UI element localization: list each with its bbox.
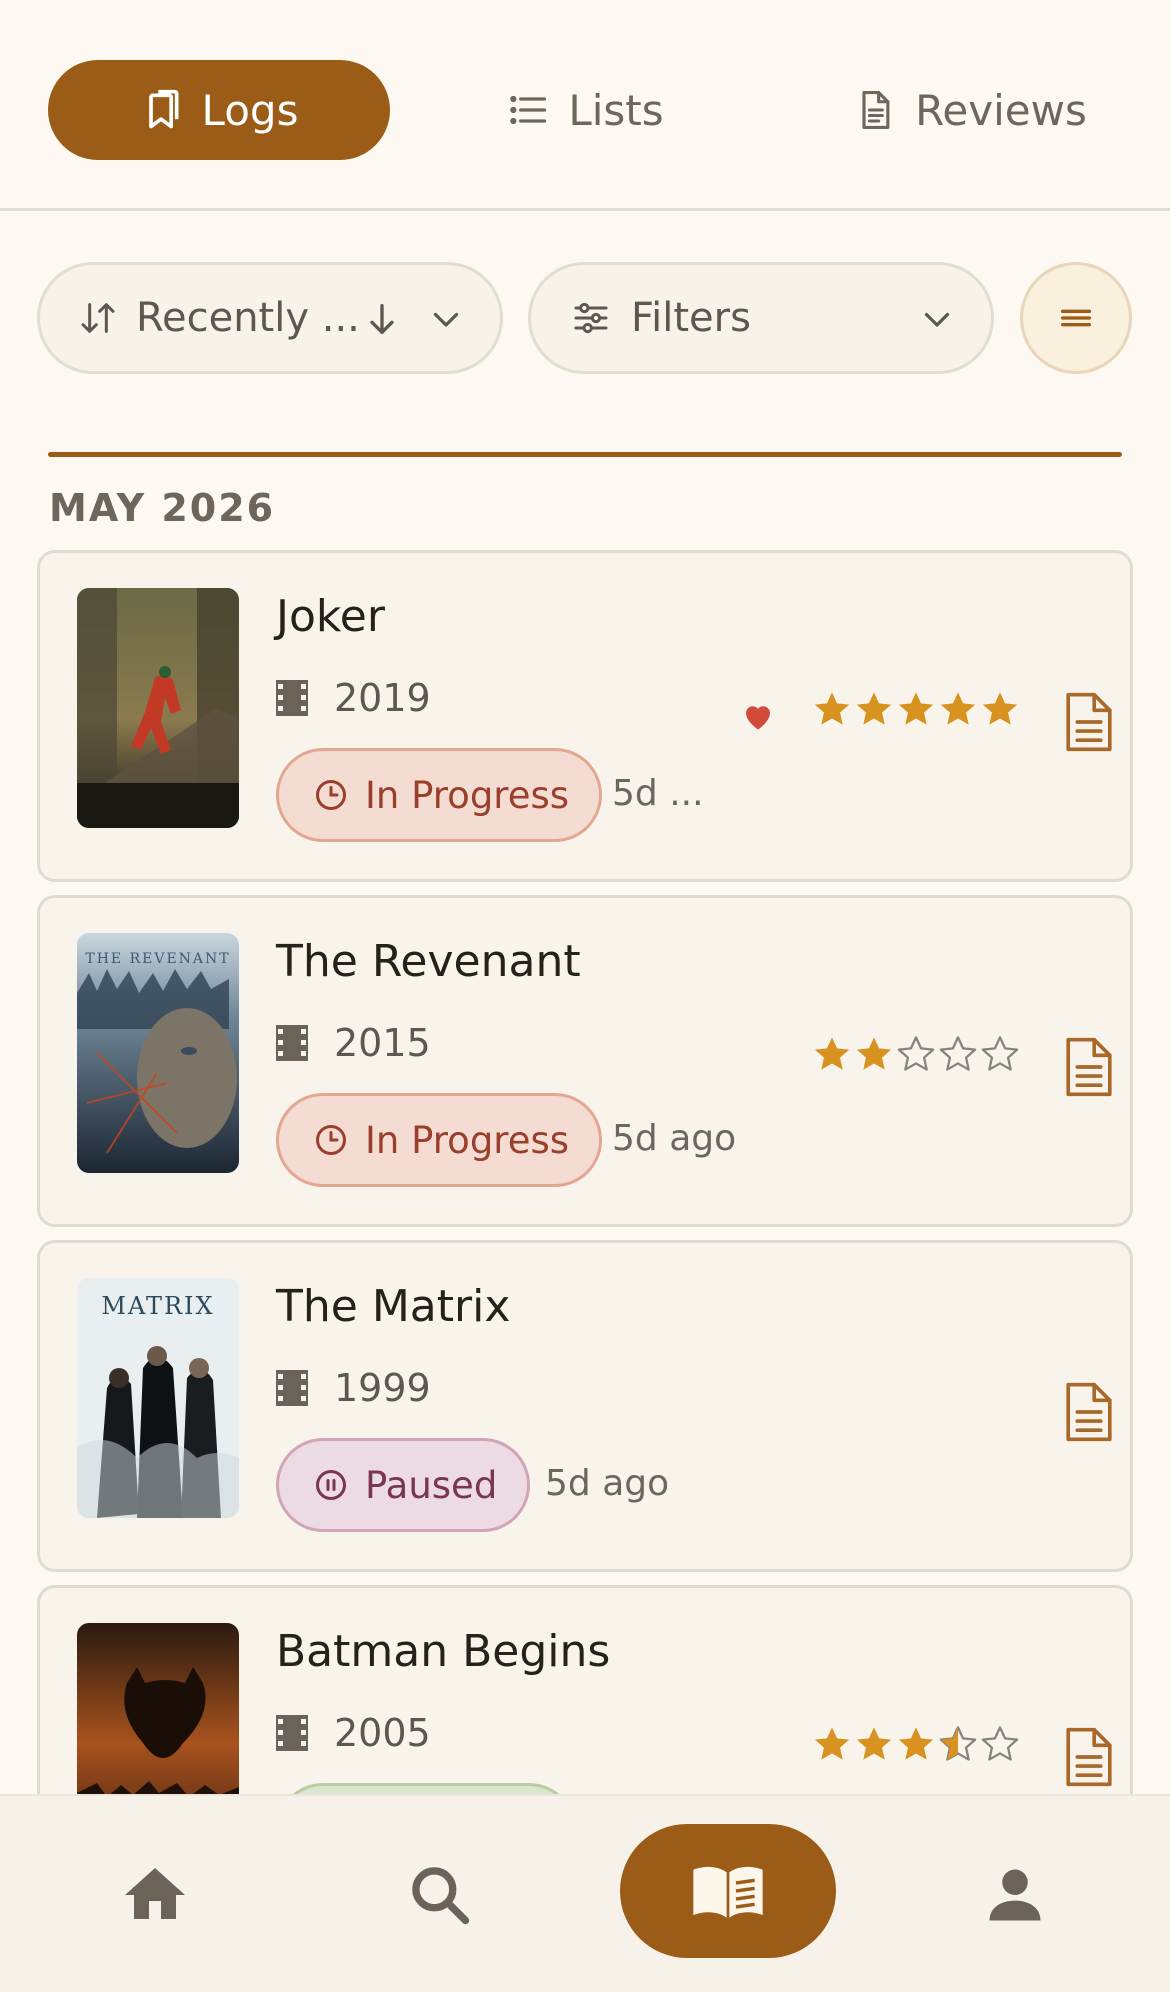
review-note-icon[interactable] bbox=[1063, 1725, 1115, 1789]
clock-icon bbox=[316, 780, 346, 810]
status-label: In Progress bbox=[365, 773, 570, 817]
star-filled-icon bbox=[898, 692, 934, 725]
bottom-navigation bbox=[0, 1794, 1170, 1992]
poster-image bbox=[77, 588, 239, 828]
logged-time: 5d ago bbox=[612, 1118, 737, 1159]
tab-lists-label: Lists bbox=[568, 85, 664, 135]
star-filled-icon bbox=[940, 692, 976, 725]
star-rating bbox=[811, 1033, 1021, 1075]
movie-year: 1999 bbox=[334, 1366, 431, 1410]
review-note-icon[interactable] bbox=[1063, 1035, 1115, 1099]
nav-home[interactable] bbox=[80, 1796, 230, 1992]
tab-lists[interactable]: Lists bbox=[470, 60, 700, 160]
sort-label: Recently ... bbox=[136, 295, 360, 341]
month-header: MAY 2026 bbox=[49, 486, 276, 530]
log-card[interactable]: THE REVENANT The Revenant 2015 In Progre… bbox=[37, 895, 1133, 1227]
review-note-icon[interactable] bbox=[1063, 1380, 1115, 1444]
star-filled-icon bbox=[814, 692, 850, 725]
year-row: 2005 bbox=[276, 1711, 431, 1755]
status-badge[interactable]: In Progress bbox=[276, 748, 603, 842]
hamburger-icon bbox=[1061, 309, 1091, 327]
chevron-down-icon bbox=[924, 312, 950, 327]
tab-reviews[interactable]: Reviews bbox=[820, 60, 1120, 160]
filters-label: Filters bbox=[631, 295, 751, 341]
pause-icon bbox=[316, 1470, 346, 1500]
film-icon bbox=[276, 680, 308, 716]
sort-dropdown[interactable]: Recently ... bbox=[37, 262, 503, 374]
tab-reviews-label: Reviews bbox=[915, 85, 1087, 135]
film-icon bbox=[276, 1715, 308, 1751]
status-label: Paused bbox=[365, 1463, 498, 1507]
tab-logs[interactable]: Logs bbox=[48, 60, 390, 160]
star-filled-icon bbox=[856, 1037, 892, 1070]
nav-search[interactable] bbox=[365, 1796, 515, 1992]
star-rating bbox=[811, 688, 1021, 730]
nav-logs[interactable] bbox=[620, 1824, 836, 1958]
poster-image: THE REVENANT bbox=[77, 933, 239, 1173]
movie-title: Batman Begins bbox=[276, 1626, 611, 1677]
star-empty-icon bbox=[981, 1726, 1019, 1761]
star-filled-icon bbox=[856, 692, 892, 725]
movie-title: The Revenant bbox=[276, 936, 581, 987]
status-badge[interactable]: Paused bbox=[276, 1438, 531, 1532]
person-icon bbox=[989, 1869, 1041, 1921]
log-card[interactable]: Joker 2019 In Progress 5d ... bbox=[37, 550, 1133, 882]
svg-text:THE REVENANT: THE REVENANT bbox=[85, 951, 230, 967]
movie-year: 2019 bbox=[334, 676, 431, 720]
star-filled-icon bbox=[982, 692, 1018, 725]
star-empty-icon bbox=[981, 1036, 1019, 1071]
top-tab-bar: Logs Lists Reviews bbox=[0, 0, 1170, 211]
star-filled-icon bbox=[856, 1727, 892, 1760]
status-label: In Progress bbox=[365, 1118, 570, 1162]
sort-direction-down-icon[interactable] bbox=[362, 299, 402, 339]
list-icon bbox=[510, 95, 547, 125]
film-icon bbox=[276, 1370, 308, 1406]
review-note-icon[interactable] bbox=[1063, 690, 1115, 754]
star-empty-icon bbox=[939, 1036, 977, 1071]
heart-icon bbox=[746, 706, 770, 730]
movie-year: 2005 bbox=[334, 1711, 431, 1755]
movie-title: Joker bbox=[276, 591, 385, 642]
status-badge[interactable]: In Progress bbox=[276, 1093, 603, 1187]
star-half-icon bbox=[939, 1726, 977, 1761]
year-row: 2019 bbox=[276, 676, 431, 720]
star-filled-icon bbox=[814, 1037, 850, 1070]
tab-logs-label: Logs bbox=[201, 85, 299, 135]
section-divider bbox=[48, 452, 1122, 457]
movie-year: 2015 bbox=[334, 1021, 431, 1065]
poster-image: MATRIX bbox=[77, 1278, 239, 1518]
sliders-icon bbox=[574, 302, 608, 334]
star-empty-icon bbox=[897, 1036, 935, 1071]
bookmarks-icon bbox=[148, 89, 179, 129]
search-icon bbox=[412, 1867, 470, 1925]
svg-text:MATRIX: MATRIX bbox=[101, 1292, 214, 1320]
log-card[interactable]: MATRIX The Matrix 1999 Paused 5d ago bbox=[37, 1240, 1133, 1572]
nav-profile[interactable] bbox=[940, 1796, 1090, 1992]
view-menu-button[interactable] bbox=[1020, 262, 1132, 374]
filters-dropdown[interactable]: Filters bbox=[528, 262, 994, 374]
movie-title: The Matrix bbox=[276, 1281, 511, 1332]
clock-icon bbox=[316, 1125, 346, 1155]
logged-time: 5d ... bbox=[612, 773, 704, 814]
sort-arrows-icon bbox=[81, 303, 115, 333]
year-row: 2015 bbox=[276, 1021, 431, 1065]
home-icon bbox=[125, 1868, 185, 1919]
logged-time: 5d ago bbox=[545, 1463, 670, 1504]
document-icon bbox=[862, 91, 890, 129]
star-filled-icon bbox=[898, 1727, 934, 1760]
film-icon bbox=[276, 1025, 308, 1061]
open-book-icon bbox=[693, 1866, 763, 1918]
chevron-down-icon bbox=[433, 312, 459, 327]
star-rating bbox=[811, 1723, 1021, 1765]
year-row: 1999 bbox=[276, 1366, 431, 1410]
star-filled-icon bbox=[814, 1727, 850, 1760]
